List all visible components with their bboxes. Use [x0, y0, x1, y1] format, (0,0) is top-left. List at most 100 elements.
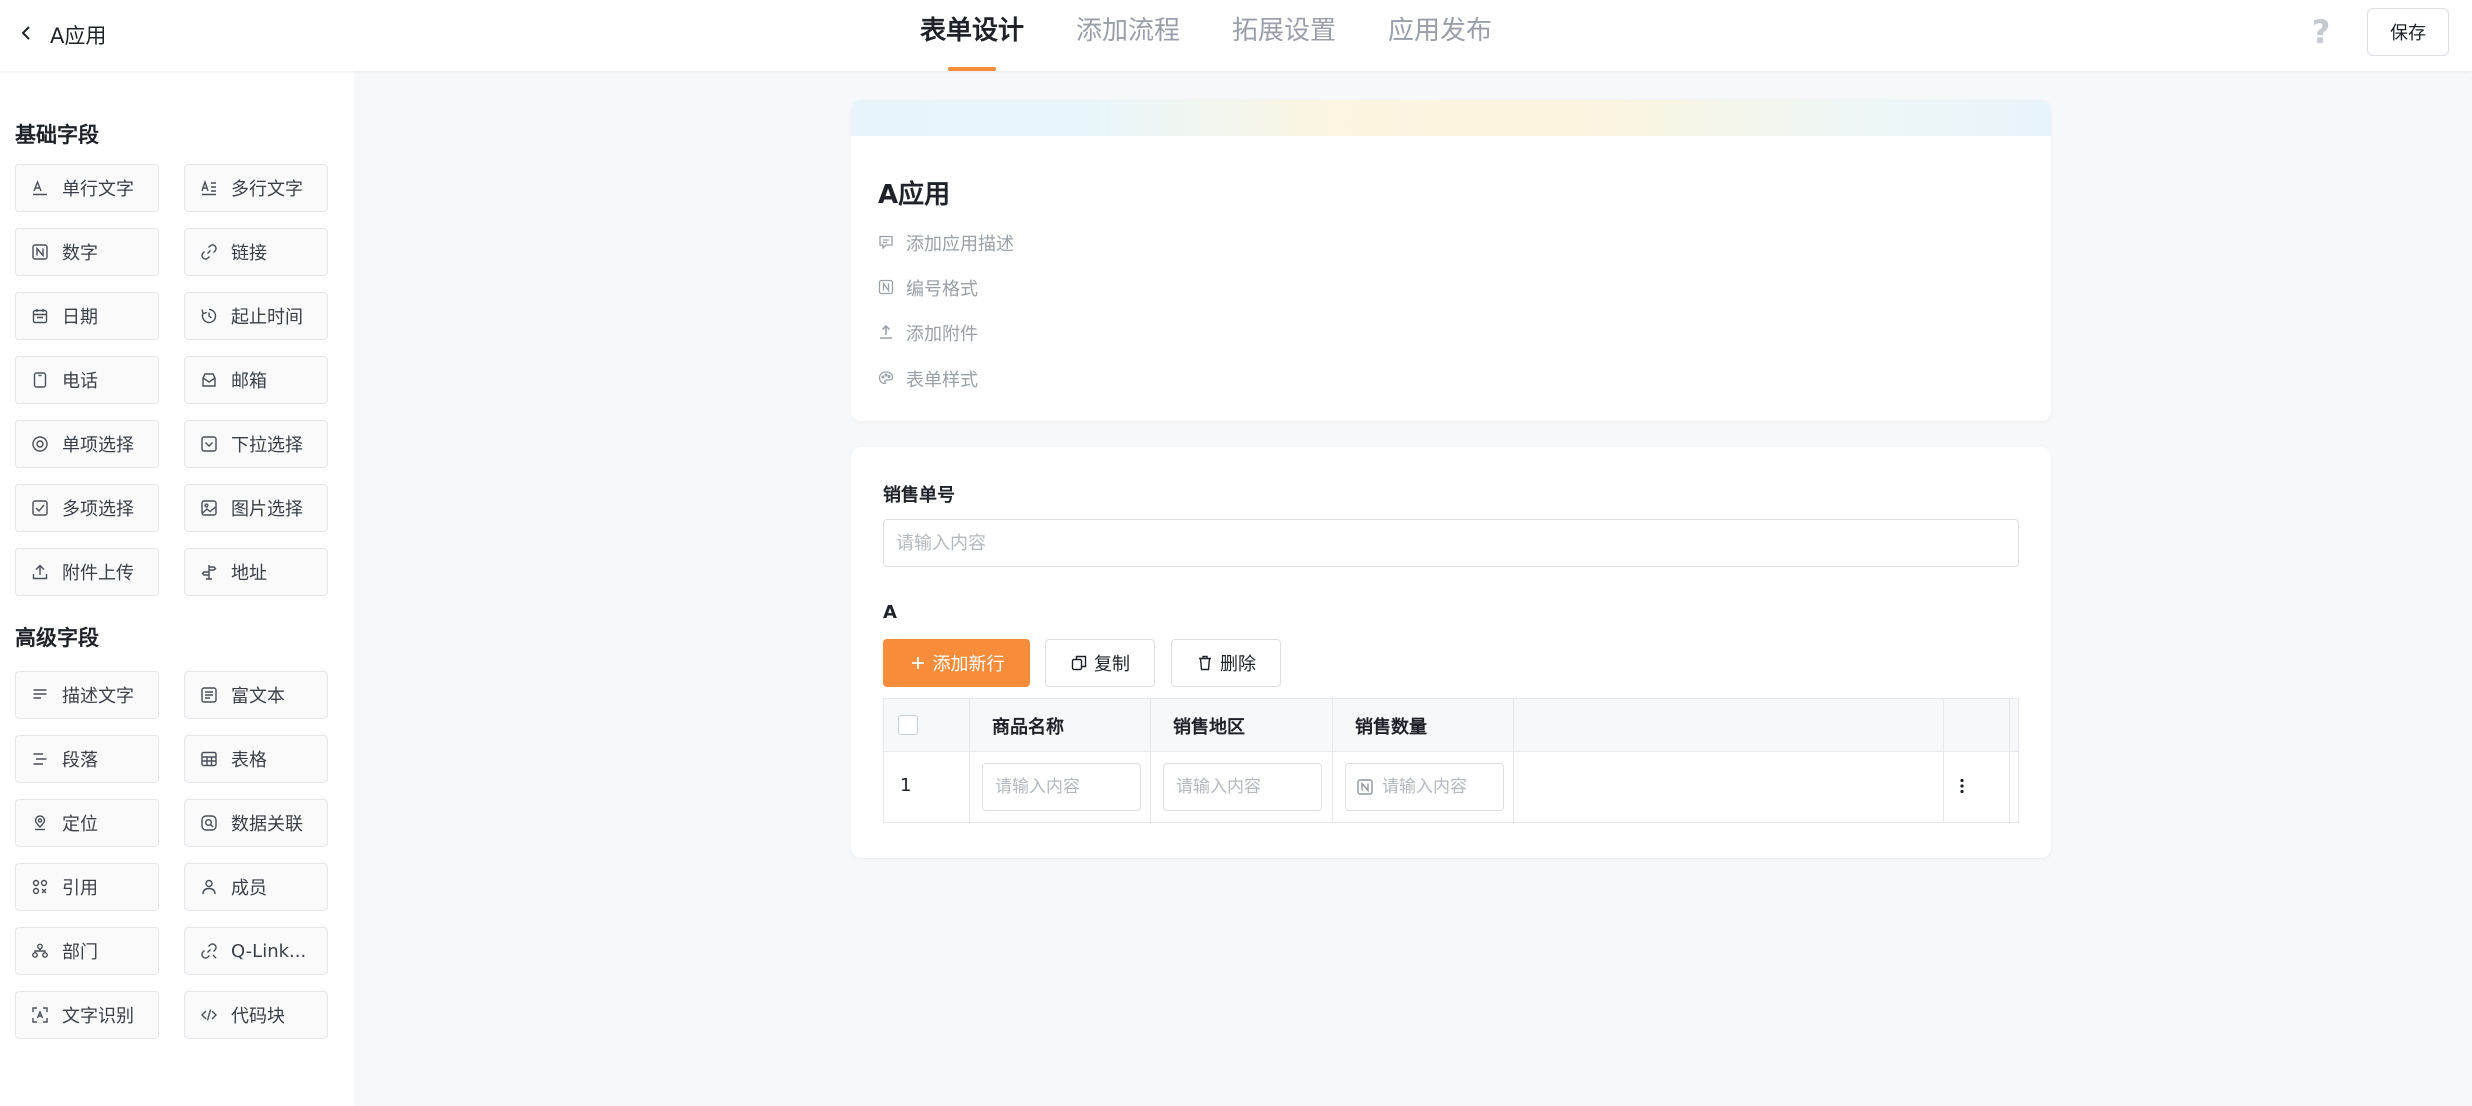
field-address[interactable]: 地址: [184, 548, 328, 596]
rich-text-icon: [199, 685, 219, 705]
add-row-button[interactable]: 添加新行: [883, 639, 1030, 687]
image-icon: [199, 498, 219, 518]
number-icon: [30, 242, 50, 262]
help-icon[interactable]: ?: [2306, 14, 2336, 50]
field-q-link[interactable]: Q-Link...: [184, 927, 328, 975]
code-icon: [199, 1005, 219, 1025]
field-code-block[interactable]: 代码块: [184, 991, 328, 1039]
field-multi-choice[interactable]: 多项选择: [15, 484, 159, 532]
top-bar: A应用 表单设计 添加流程 拓展设置 应用发布 ? 保存: [0, 0, 2472, 71]
mail-icon: [199, 370, 219, 390]
add-attachment-button[interactable]: 添加附件: [878, 319, 978, 347]
select-all-checkbox[interactable]: [898, 715, 918, 735]
column-divider: [2009, 699, 2010, 822]
dropdown-icon: [199, 434, 219, 454]
column-header-sales-region: 销售地区: [1173, 717, 1245, 738]
q-link-icon: [199, 941, 219, 961]
table-header: 商品名称 销售地区 销售数量: [884, 699, 2018, 752]
number-format-icon: [878, 279, 896, 297]
main-tabs: 表单设计 添加流程 拓展设置 应用发布: [920, 0, 1544, 71]
field-dropdown[interactable]: 下拉选择: [184, 420, 328, 468]
sales-quantity-field[interactable]: [1345, 763, 1504, 811]
app-name: A应用: [50, 24, 107, 48]
field-multi-line-text[interactable]: 多行文字: [184, 164, 328, 212]
comment-icon: [878, 234, 896, 252]
trash-icon: [1199, 655, 1211, 671]
column-divider: [1513, 699, 1514, 822]
number-icon: [1357, 779, 1373, 795]
form-body-card: 销售单号 A 添加新行 复制 删除 商品名称 销售地区 销售数量 1: [851, 447, 2051, 858]
attachment-upload-icon: [878, 324, 896, 342]
number-format-button[interactable]: 编号格式: [878, 274, 978, 302]
table-icon: [199, 749, 219, 769]
field-palette: 基础字段 单行文字 多行文字 数字 链接 日期 起止时间 电话 邮箱 单项选择: [0, 71, 354, 1106]
sales-region-input[interactable]: [1163, 763, 1322, 811]
save-button[interactable]: 保存: [2367, 8, 2449, 56]
member-icon: [199, 877, 219, 897]
field-ocr[interactable]: 文字识别: [15, 991, 159, 1039]
subtable-label: A: [883, 602, 897, 623]
column-divider: [969, 699, 970, 822]
tab-form-design[interactable]: 表单设计: [920, 0, 1024, 71]
field-attachment-upload[interactable]: 附件上传: [15, 548, 159, 596]
basic-fields-title: 基础字段: [15, 123, 99, 147]
field-time-range[interactable]: 起止时间: [184, 292, 328, 340]
sales-no-label: 销售单号: [883, 485, 955, 506]
field-department[interactable]: 部门: [15, 927, 159, 975]
column-divider: [1150, 699, 1151, 822]
back-button[interactable]: A应用: [16, 18, 106, 52]
header-banner: [851, 100, 2051, 136]
paragraph-icon: [30, 749, 50, 769]
copy-button[interactable]: 复制: [1045, 639, 1155, 687]
field-paragraph[interactable]: 段落: [15, 735, 159, 783]
link-icon: [199, 242, 219, 262]
row-index: 1: [900, 775, 912, 796]
upload-icon: [30, 562, 50, 582]
row-more-button[interactable]: [1947, 771, 1977, 801]
chevron-left-icon: [16, 23, 36, 47]
calendar-icon: [30, 306, 50, 326]
field-table[interactable]: 表格: [184, 735, 328, 783]
form-style-button[interactable]: 表单样式: [878, 365, 978, 393]
advanced-fields-title: 高级字段: [15, 626, 99, 650]
reference-icon: [30, 877, 50, 897]
ocr-icon: [30, 1005, 50, 1025]
address-icon: [199, 562, 219, 582]
field-reference[interactable]: 引用: [15, 863, 159, 911]
field-single-choice[interactable]: 单项选择: [15, 420, 159, 468]
field-rich-text[interactable]: 富文本: [184, 671, 328, 719]
field-data-link[interactable]: 数据关联: [184, 799, 328, 847]
field-location[interactable]: 定位: [15, 799, 159, 847]
field-single-line-text[interactable]: 单行文字: [15, 164, 159, 212]
column-divider: [1332, 699, 1333, 822]
delete-button[interactable]: 删除: [1171, 639, 1281, 687]
sales-quantity-input[interactable]: [1382, 777, 1502, 797]
field-mail[interactable]: 邮箱: [184, 356, 328, 404]
more-vertical-icon: [1960, 778, 1964, 794]
field-number[interactable]: 数字: [15, 228, 159, 276]
tab-extension-settings[interactable]: 拓展设置: [1232, 0, 1336, 71]
column-divider: [1943, 699, 1944, 822]
field-description-text[interactable]: 描述文字: [15, 671, 159, 719]
field-member[interactable]: 成员: [184, 863, 328, 911]
tab-add-flow[interactable]: 添加流程: [1076, 0, 1180, 71]
field-image-choice[interactable]: 图片选择: [184, 484, 328, 532]
column-header-product-name: 商品名称: [992, 717, 1064, 738]
tab-app-publish[interactable]: 应用发布: [1388, 0, 1492, 71]
data-link-icon: [199, 813, 219, 833]
add-description-button[interactable]: 添加应用描述: [878, 229, 1014, 257]
radio-icon: [30, 434, 50, 454]
form-header-card: A应用 添加应用描述 编号格式 添加附件 表单样式: [851, 100, 2051, 421]
field-date[interactable]: 日期: [15, 292, 159, 340]
field-phone[interactable]: 电话: [15, 356, 159, 404]
form-title[interactable]: A应用: [878, 174, 950, 211]
description-icon: [30, 685, 50, 705]
palette-icon: [878, 370, 896, 388]
product-name-input[interactable]: [982, 763, 1141, 811]
subtable: 商品名称 销售地区 销售数量 1: [883, 698, 2019, 823]
copy-icon: [1071, 655, 1087, 671]
field-link[interactable]: 链接: [184, 228, 328, 276]
checkbox-icon: [30, 498, 50, 518]
sales-no-input[interactable]: [883, 519, 2019, 567]
phone-icon: [30, 370, 50, 390]
